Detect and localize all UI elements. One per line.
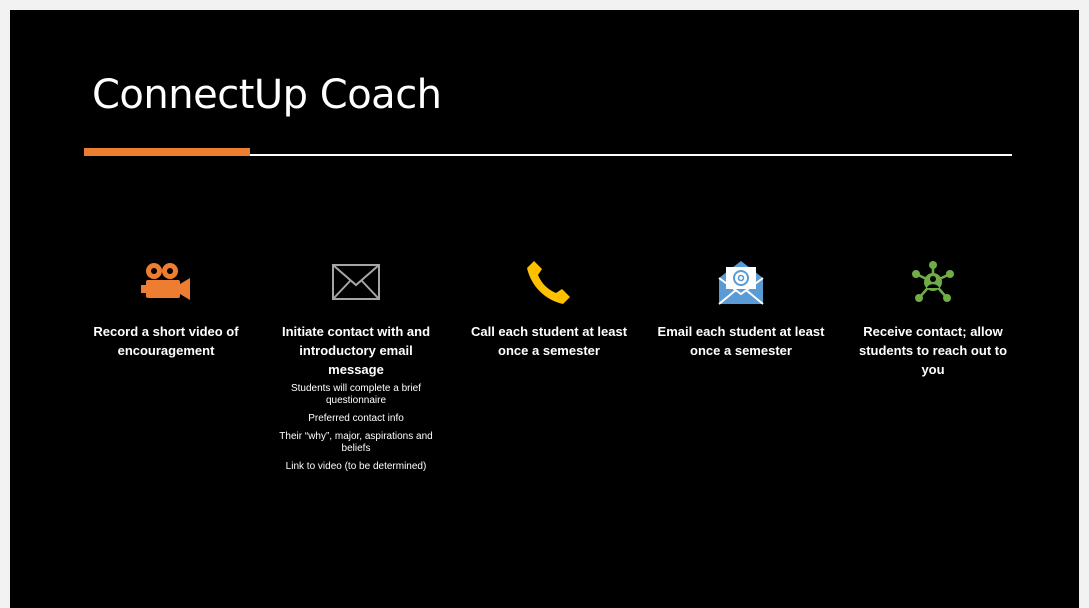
column-heading: Call each student at least once a semest… (470, 324, 628, 358)
envelope-icon (271, 260, 441, 304)
network-icon (848, 260, 1018, 304)
column-initiate-contact: Initiate contact with and introductory e… (271, 260, 441, 479)
column-receive-contact: Receive contact; allow students to reach… (848, 260, 1018, 379)
column-heading: Initiate contact with and introductory e… (281, 324, 431, 377)
detail-item: Preferred contact info (308, 413, 404, 424)
column-call-student: Call each student at least once a semest… (464, 260, 634, 360)
slide: ConnectUp Coach Record a short video of … (10, 10, 1079, 608)
slide-title: ConnectUp Coach (92, 72, 442, 118)
email-at-icon (656, 260, 826, 305)
column-heading: Record a short video of encouragement (93, 324, 239, 358)
column-record-video: Record a short video of encouragement (81, 260, 251, 360)
video-camera-icon (81, 260, 251, 304)
detail-list: Students will complete a brief questionn… (271, 383, 441, 473)
column-heading: Email each student at least once a semes… (657, 324, 825, 358)
phone-icon (464, 260, 634, 304)
detail-item: Link to video (to be determined) (285, 461, 427, 472)
detail-item: Students will complete a brief questionn… (290, 383, 422, 406)
detail-item: Their “why”, major, aspirations and beli… (279, 431, 433, 454)
column-heading: Receive contact; allow students to reach… (858, 324, 1008, 377)
title-divider-line (250, 154, 1012, 156)
title-accent-bar (84, 148, 250, 156)
column-email-student: Email each student at least once a semes… (656, 260, 826, 360)
